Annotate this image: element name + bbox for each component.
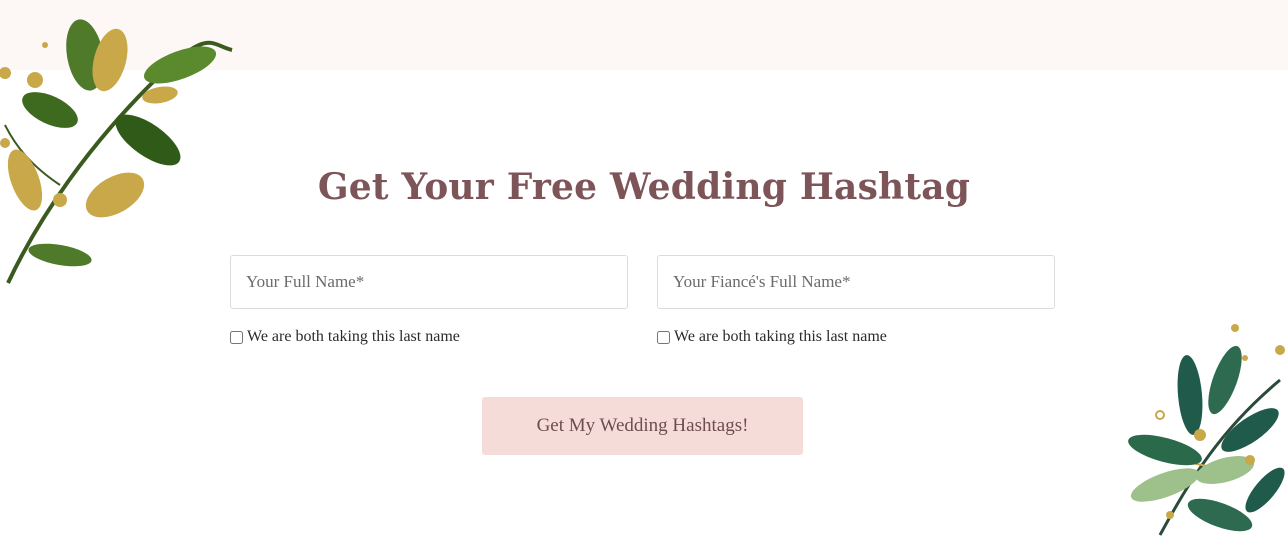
full-name-input[interactable] [230, 255, 628, 309]
botanical-leaves-icon [1128, 324, 1285, 536]
shared-last-name-checkbox-input-right[interactable] [657, 330, 670, 344]
get-hashtags-button[interactable]: Get My Wedding Hashtags! [482, 397, 803, 455]
page: Get Your Free Wedding Hashtag We are bot… [0, 0, 1288, 540]
fiance-name-input[interactable] [657, 255, 1055, 309]
shared-last-name-checkbox-right[interactable]: We are both taking this last name [657, 328, 887, 346]
checkbox-label: We are both taking this last name [674, 328, 887, 345]
checkbox-label: We are both taking this last name [247, 328, 460, 345]
shared-last-name-checkbox-input-left[interactable] [230, 330, 243, 344]
botanical-leaves-icon [0, 19, 233, 284]
page-title: Get Your Free Wedding Hashtag [317, 166, 971, 208]
shared-last-name-checkbox-left[interactable]: We are both taking this last name [230, 328, 460, 346]
